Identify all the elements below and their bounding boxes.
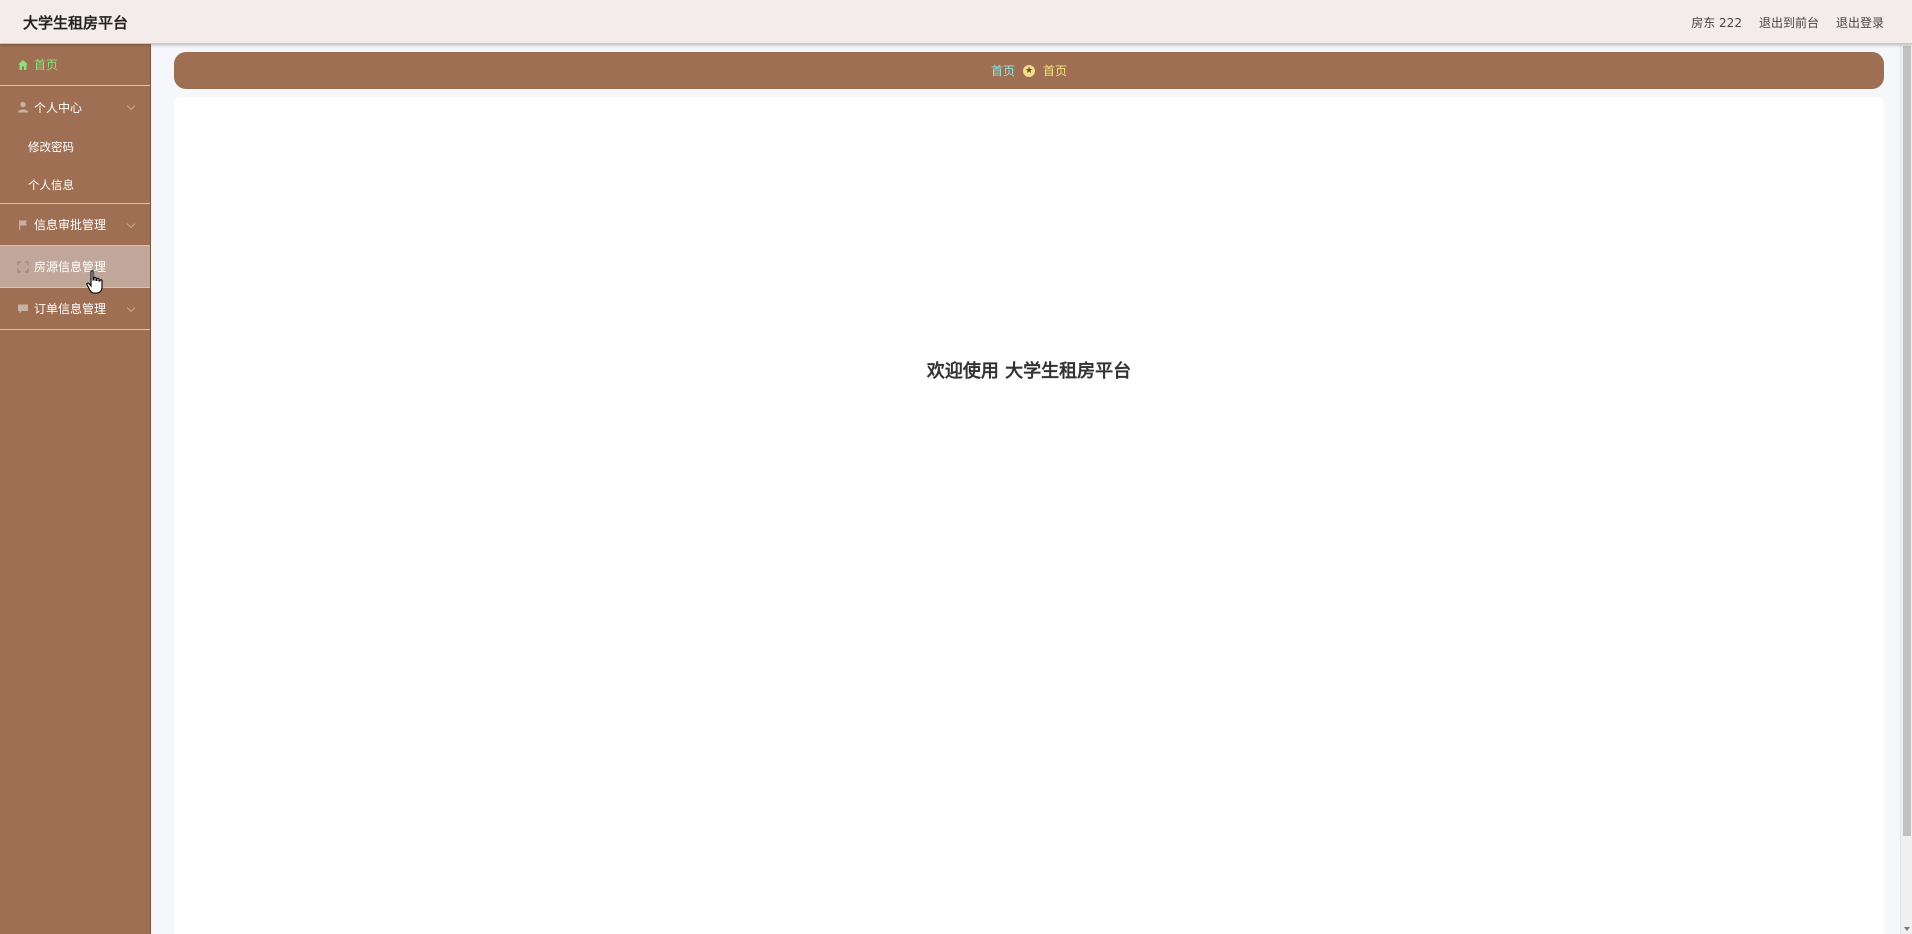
top-links: 房东 222 退出到前台 退出登录 (1691, 14, 1884, 31)
breadcrumb: 首页 ★ 首页 (174, 52, 1884, 89)
chevron-down-icon (126, 101, 136, 111)
chevron-down-icon (126, 219, 136, 228)
sidebar-item-label: 订单信息管理 (34, 302, 107, 316)
main-content: 欢迎使用 大学生租房平台 (174, 97, 1884, 934)
sidebar-group-approval[interactable]: 信息审批管理 (0, 204, 150, 246)
scroll-down-arrow-icon[interactable] (1904, 927, 1910, 931)
welcome-heading: 欢迎使用 大学生租房平台 (926, 361, 1132, 382)
sidebar-subitem-change-password[interactable]: 修改密码 (0, 128, 150, 166)
sidebar-group-personal-center[interactable]: 个人中心 (0, 86, 150, 128)
chat-icon (16, 302, 30, 316)
sidebar-subitem-personal-info[interactable]: 个人信息 (0, 166, 150, 204)
chevron-down-icon (126, 303, 136, 312)
frame-icon (16, 260, 30, 274)
flag-icon (16, 218, 30, 232)
user-name-link[interactable]: 房东 222 (1691, 14, 1742, 31)
breadcrumb-current: 首页 (1043, 64, 1068, 78)
sidebar: 首页 个人中心 修改密码 个人信息 信息审批管理 房源信息管理 订单信息管理 (0, 44, 151, 934)
sidebar-item-label: 个人中心 (34, 100, 83, 115)
user-icon (16, 100, 30, 114)
mouse-cursor-hand-icon (86, 270, 104, 296)
top-header: 大学生租房平台 房东 222 退出到前台 退出登录 (0, 0, 1912, 44)
breadcrumb-home-link[interactable]: 首页 (991, 62, 1015, 79)
exit-to-front-link[interactable]: 退出到前台 (1759, 14, 1819, 31)
chevron-down-icon (126, 261, 136, 270)
scrollbar-thumb[interactable] (1903, 46, 1911, 836)
sidebar-group-listing[interactable]: 房源信息管理 (0, 246, 150, 288)
star-icon: ★ (1023, 64, 1035, 77)
sidebar-group-orders[interactable]: 订单信息管理 (0, 288, 150, 330)
sidebar-item-label: 首页 (34, 58, 59, 72)
app-title: 大学生租房平台 (23, 14, 129, 32)
page-scrollbar[interactable] (1900, 44, 1912, 934)
logout-link[interactable]: 退出登录 (1836, 14, 1884, 31)
home-icon (16, 58, 30, 72)
sidebar-item-label: 信息审批管理 (34, 218, 107, 232)
sidebar-item-home[interactable]: 首页 (0, 44, 150, 86)
